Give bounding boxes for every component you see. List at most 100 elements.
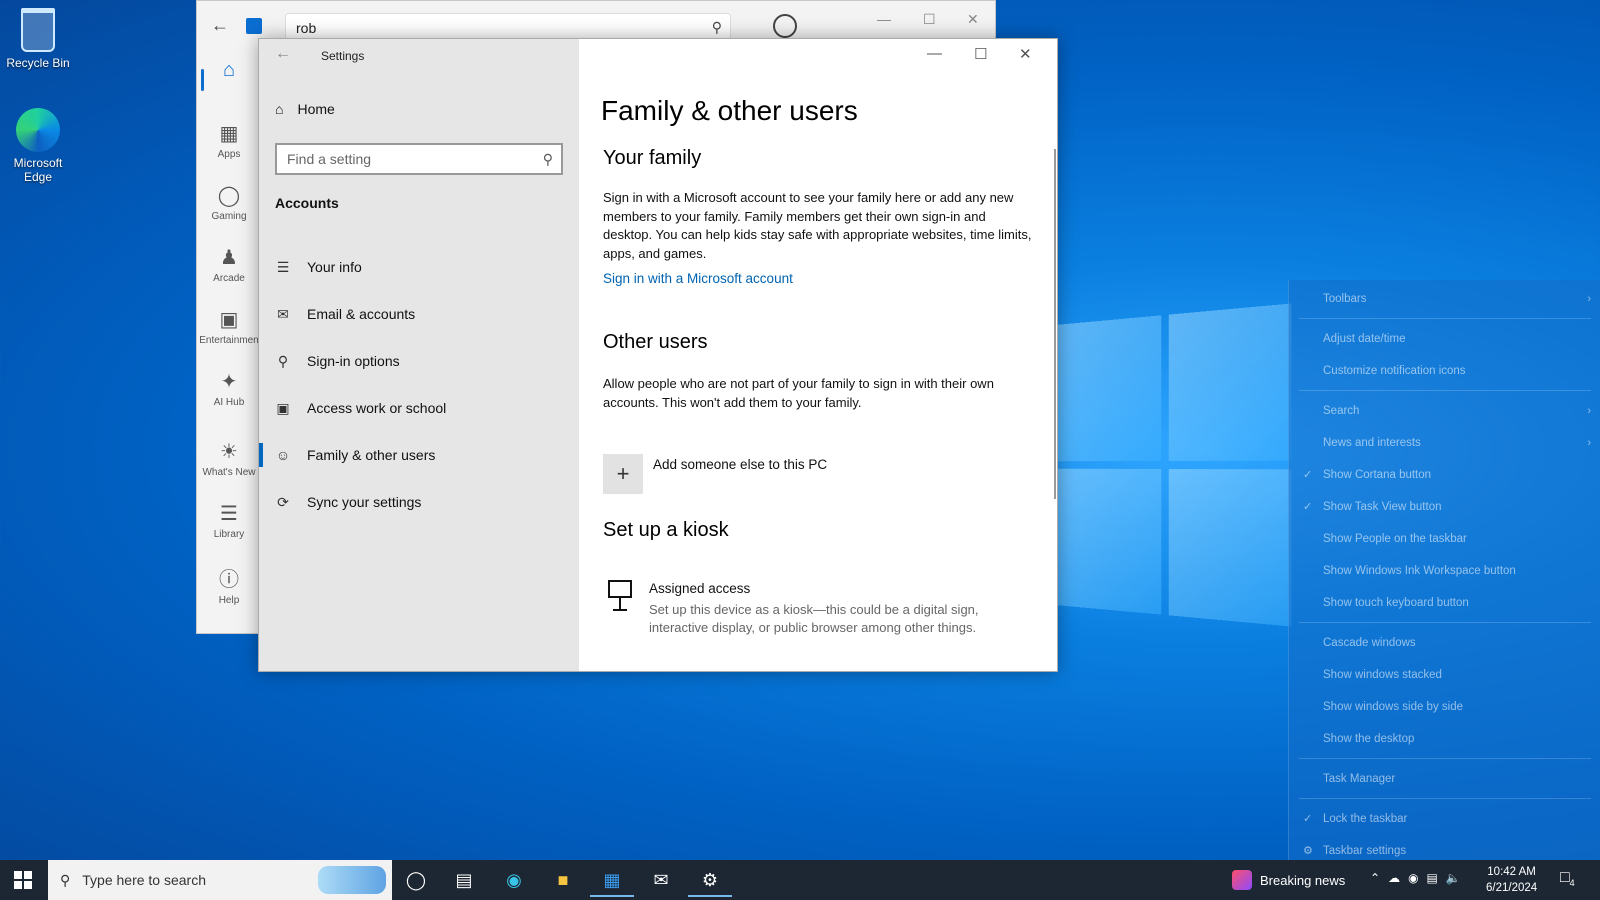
scrollbar[interactable] — [1054, 149, 1056, 499]
store-nav-apps[interactable]: ▦ Apps — [197, 113, 261, 175]
taskbar-search-box[interactable]: ⚲ Type here to search — [48, 860, 392, 900]
gamepad-icon: ◯ — [217, 185, 241, 207]
close-icon[interactable]: ✕ — [1019, 45, 1032, 63]
search-icon: ⚲ — [60, 871, 71, 888]
news-icon — [1232, 870, 1252, 890]
search-icon[interactable]: ⚲ — [543, 151, 553, 168]
nav-access-work-school[interactable]: ▣ Access work or school — [259, 386, 579, 430]
user-account-icon[interactable] — [773, 14, 797, 38]
notification-count: 4 — [1569, 878, 1575, 889]
add-someone-label[interactable]: Add someone else to this PC — [653, 457, 827, 472]
maximize-icon[interactable]: ☐ — [923, 11, 936, 28]
menu-item-windows-side-by-side[interactable]: Show windows side by side — [1289, 692, 1600, 722]
menu-separator — [1299, 318, 1591, 319]
settings-content: — ☐ ✕ Family & other users Your family S… — [579, 39, 1057, 671]
store-nav-entertainment[interactable]: ▣ Entertainmen — [197, 299, 261, 361]
kiosk-icon — [608, 580, 632, 611]
news-widget[interactable]: Breaking news — [1232, 870, 1345, 890]
apps-icon: ▦ — [219, 123, 239, 145]
store-search-input[interactable]: rob ⚲ — [285, 13, 731, 41]
taskbar-context-menu: Toolbars › Adjust date/time Customize not… — [1288, 280, 1600, 875]
desktop-icon-recycle-bin[interactable]: Recycle Bin — [0, 8, 76, 70]
checkmark-icon: ✓ — [1303, 501, 1313, 513]
nav-your-info[interactable]: ☰ Your info — [259, 245, 579, 289]
settings-nav-pane: ← Settings ⌂ Home Find a setting ⚲ Accou… — [259, 39, 579, 671]
menu-item-show-desktop[interactable]: Show the desktop — [1289, 724, 1600, 754]
menu-item-search[interactable]: Search › — [1289, 396, 1600, 426]
assigned-access-link[interactable]: Assigned access — [649, 581, 750, 596]
add-user-button[interactable]: + — [603, 454, 643, 494]
mail-icon[interactable]: ✉ — [649, 868, 673, 892]
cloud-icon[interactable]: ☁ — [1388, 871, 1408, 885]
back-arrow-icon[interactable]: ← — [211, 15, 229, 36]
page-title: Family & other users — [601, 95, 858, 126]
back-arrow-icon[interactable]: ← — [275, 45, 291, 63]
desktop-icon-edge[interactable]: Microsoft Edge — [0, 108, 76, 184]
person-card-icon: ☰ — [276, 258, 290, 275]
sparkle-icon: ✦ — [220, 371, 238, 393]
sign-in-microsoft-link[interactable]: Sign in with a Microsoft account — [603, 271, 793, 286]
menu-item-windows-stacked[interactable]: Show windows stacked — [1289, 660, 1600, 690]
store-logo-icon — [246, 18, 262, 34]
store-icon[interactable]: ▦ — [590, 868, 634, 897]
settings-gear-icon[interactable]: ⚙ — [688, 868, 732, 897]
network-icon[interactable]: ▤ — [1427, 871, 1446, 885]
recycle-bin-icon — [21, 8, 55, 52]
store-nav-help[interactable]: ⓘ Help — [197, 555, 261, 617]
store-nav-arcade[interactable]: ♟ Arcade — [197, 237, 261, 299]
maximize-icon[interactable]: ☐ — [974, 45, 987, 63]
store-nav-ai-hub[interactable]: ✦ AI Hub — [197, 361, 261, 423]
sync-icon: ⟳ — [277, 493, 289, 510]
settings-titlebar: ← Settings — [259, 39, 579, 73]
nav-email-accounts[interactable]: ✉ Email & accounts — [259, 292, 579, 336]
nav-family-other-users[interactable]: ☺ Family & other users — [259, 433, 579, 477]
start-button-windows-icon[interactable] — [14, 871, 32, 889]
search-icon[interactable]: ⚲ — [712, 19, 722, 36]
cortana-icon[interactable]: ◯ — [404, 868, 428, 892]
menu-item-show-task-view[interactable]: ✓ Show Task View button — [1289, 492, 1600, 522]
menu-item-customize-notification-icons[interactable]: Customize notification icons — [1289, 356, 1600, 386]
menu-separator — [1299, 798, 1591, 799]
menu-item-task-manager[interactable]: Task Manager — [1289, 764, 1600, 794]
minimize-icon[interactable]: — — [877, 11, 891, 27]
store-nav-library[interactable]: ☰ Library — [197, 493, 261, 555]
menu-item-cascade-windows[interactable]: Cascade windows — [1289, 628, 1600, 658]
volume-muted-icon[interactable]: 🔈 — [1446, 871, 1469, 885]
find-setting-input[interactable]: Find a setting ⚲ — [275, 143, 563, 175]
camera-icon[interactable]: ◉ — [1408, 871, 1426, 885]
clapper-icon: ▣ — [219, 309, 239, 331]
store-sidebar: ⌂ ▦ Apps ◯ Gaming ♟ Arcade ▣ Entertainmen ✦ A… — [197, 51, 261, 633]
store-nav-whats-new[interactable]: ☀ What's New — [197, 431, 261, 493]
store-nav-home[interactable]: ⌂ — [197, 51, 261, 113]
edge-icon[interactable]: ◉ — [502, 868, 526, 892]
menu-item-show-ink-workspace[interactable]: Show Windows Ink Workspace button — [1289, 556, 1600, 586]
clock[interactable]: 10:42 AM 6/21/2024 — [1486, 864, 1537, 896]
notification-center-icon[interactable]: □4 — [1560, 869, 1575, 888]
nav-sign-in-options[interactable]: ⚲ Sign-in options — [259, 339, 579, 383]
settings-window: ← Settings ⌂ Home Find a setting ⚲ Accou… — [258, 38, 1058, 672]
your-family-text: Sign in with a Microsoft account to see … — [603, 190, 1032, 261]
desktop-wallpaper-logo — [1055, 303, 1292, 627]
file-explorer-icon[interactable]: ■ — [551, 868, 575, 892]
menu-item-show-people[interactable]: Show People on the taskbar — [1289, 524, 1600, 554]
settings-home-link[interactable]: ⌂ Home — [275, 101, 335, 117]
menu-item-adjust-date-time[interactable]: Adjust date/time — [1289, 324, 1600, 354]
minimize-icon[interactable]: — — [927, 45, 942, 62]
taskbar: ⚲ Type here to search ◯ ▤ ◉ ■ ▦ ✉ ⚙ Brea… — [0, 860, 1600, 900]
menu-item-show-cortana[interactable]: ✓ Show Cortana button — [1289, 460, 1600, 490]
desktop-icon-label: Microsoft Edge — [13, 156, 63, 184]
menu-item-lock-taskbar[interactable]: ✓ Lock the taskbar — [1289, 804, 1600, 834]
system-tray[interactable]: ⌃☁◉▤🔈 — [1370, 871, 1469, 885]
assigned-access-description: Set up this device as a kiosk—this could… — [649, 602, 979, 635]
chevron-up-icon[interactable]: ⌃ — [1370, 871, 1388, 885]
store-nav-gaming[interactable]: ◯ Gaming — [197, 175, 261, 237]
menu-separator — [1299, 758, 1591, 759]
nav-sync-settings[interactable]: ⟳ Sync your settings — [259, 480, 579, 524]
menu-item-show-touch-keyboard[interactable]: Show touch keyboard button — [1289, 588, 1600, 618]
joystick-icon: ♟ — [220, 247, 238, 269]
menu-item-toolbars[interactable]: Toolbars › — [1289, 284, 1600, 314]
menu-item-news-interests[interactable]: News and interests › — [1289, 428, 1600, 458]
task-view-icon[interactable]: ▤ — [452, 868, 476, 892]
close-icon[interactable]: ✕ — [967, 11, 979, 28]
time-text: 10:42 AM — [1487, 866, 1536, 878]
